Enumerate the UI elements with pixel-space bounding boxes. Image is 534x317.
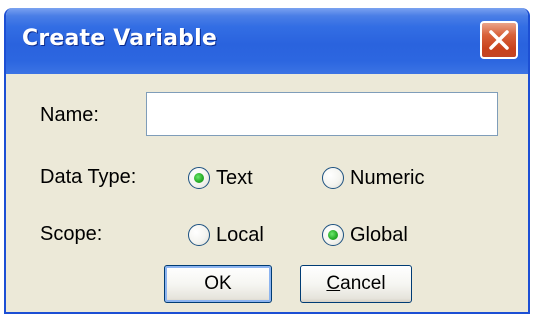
scope-label: Scope: — [40, 223, 103, 245]
data-type-label: Data Type: — [40, 166, 137, 188]
cancel-label-rest: ancel — [340, 273, 386, 294]
cancel-button[interactable]: Cancel — [300, 265, 412, 303]
scope-local-label: Local — [216, 223, 264, 246]
close-button[interactable] — [480, 21, 518, 59]
radio-button-icon — [188, 224, 210, 246]
ok-button[interactable]: OK — [164, 265, 272, 303]
data-type-numeric-radio[interactable]: Numeric — [322, 164, 424, 192]
scope-local-radio[interactable]: Local — [188, 221, 264, 249]
create-variable-dialog: Create Variable Name: Data Type: Text Nu… — [4, 8, 530, 314]
radio-button-icon — [188, 167, 210, 189]
cancel-mnemonic: C — [326, 273, 341, 294]
scope-global-radio[interactable]: Global — [322, 221, 408, 249]
name-input[interactable] — [146, 92, 498, 136]
dialog-title: Create Variable — [22, 26, 217, 51]
data-type-text-label: Text — [216, 166, 253, 189]
close-icon — [489, 30, 509, 50]
data-type-numeric-label: Numeric — [350, 166, 425, 189]
radio-button-icon — [322, 224, 344, 246]
title-bar[interactable]: Create Variable — [6, 8, 528, 74]
radio-button-icon — [322, 167, 344, 189]
data-type-text-radio[interactable]: Text — [188, 164, 253, 192]
scope-global-label: Global — [350, 223, 408, 246]
name-label: Name: — [40, 104, 99, 126]
